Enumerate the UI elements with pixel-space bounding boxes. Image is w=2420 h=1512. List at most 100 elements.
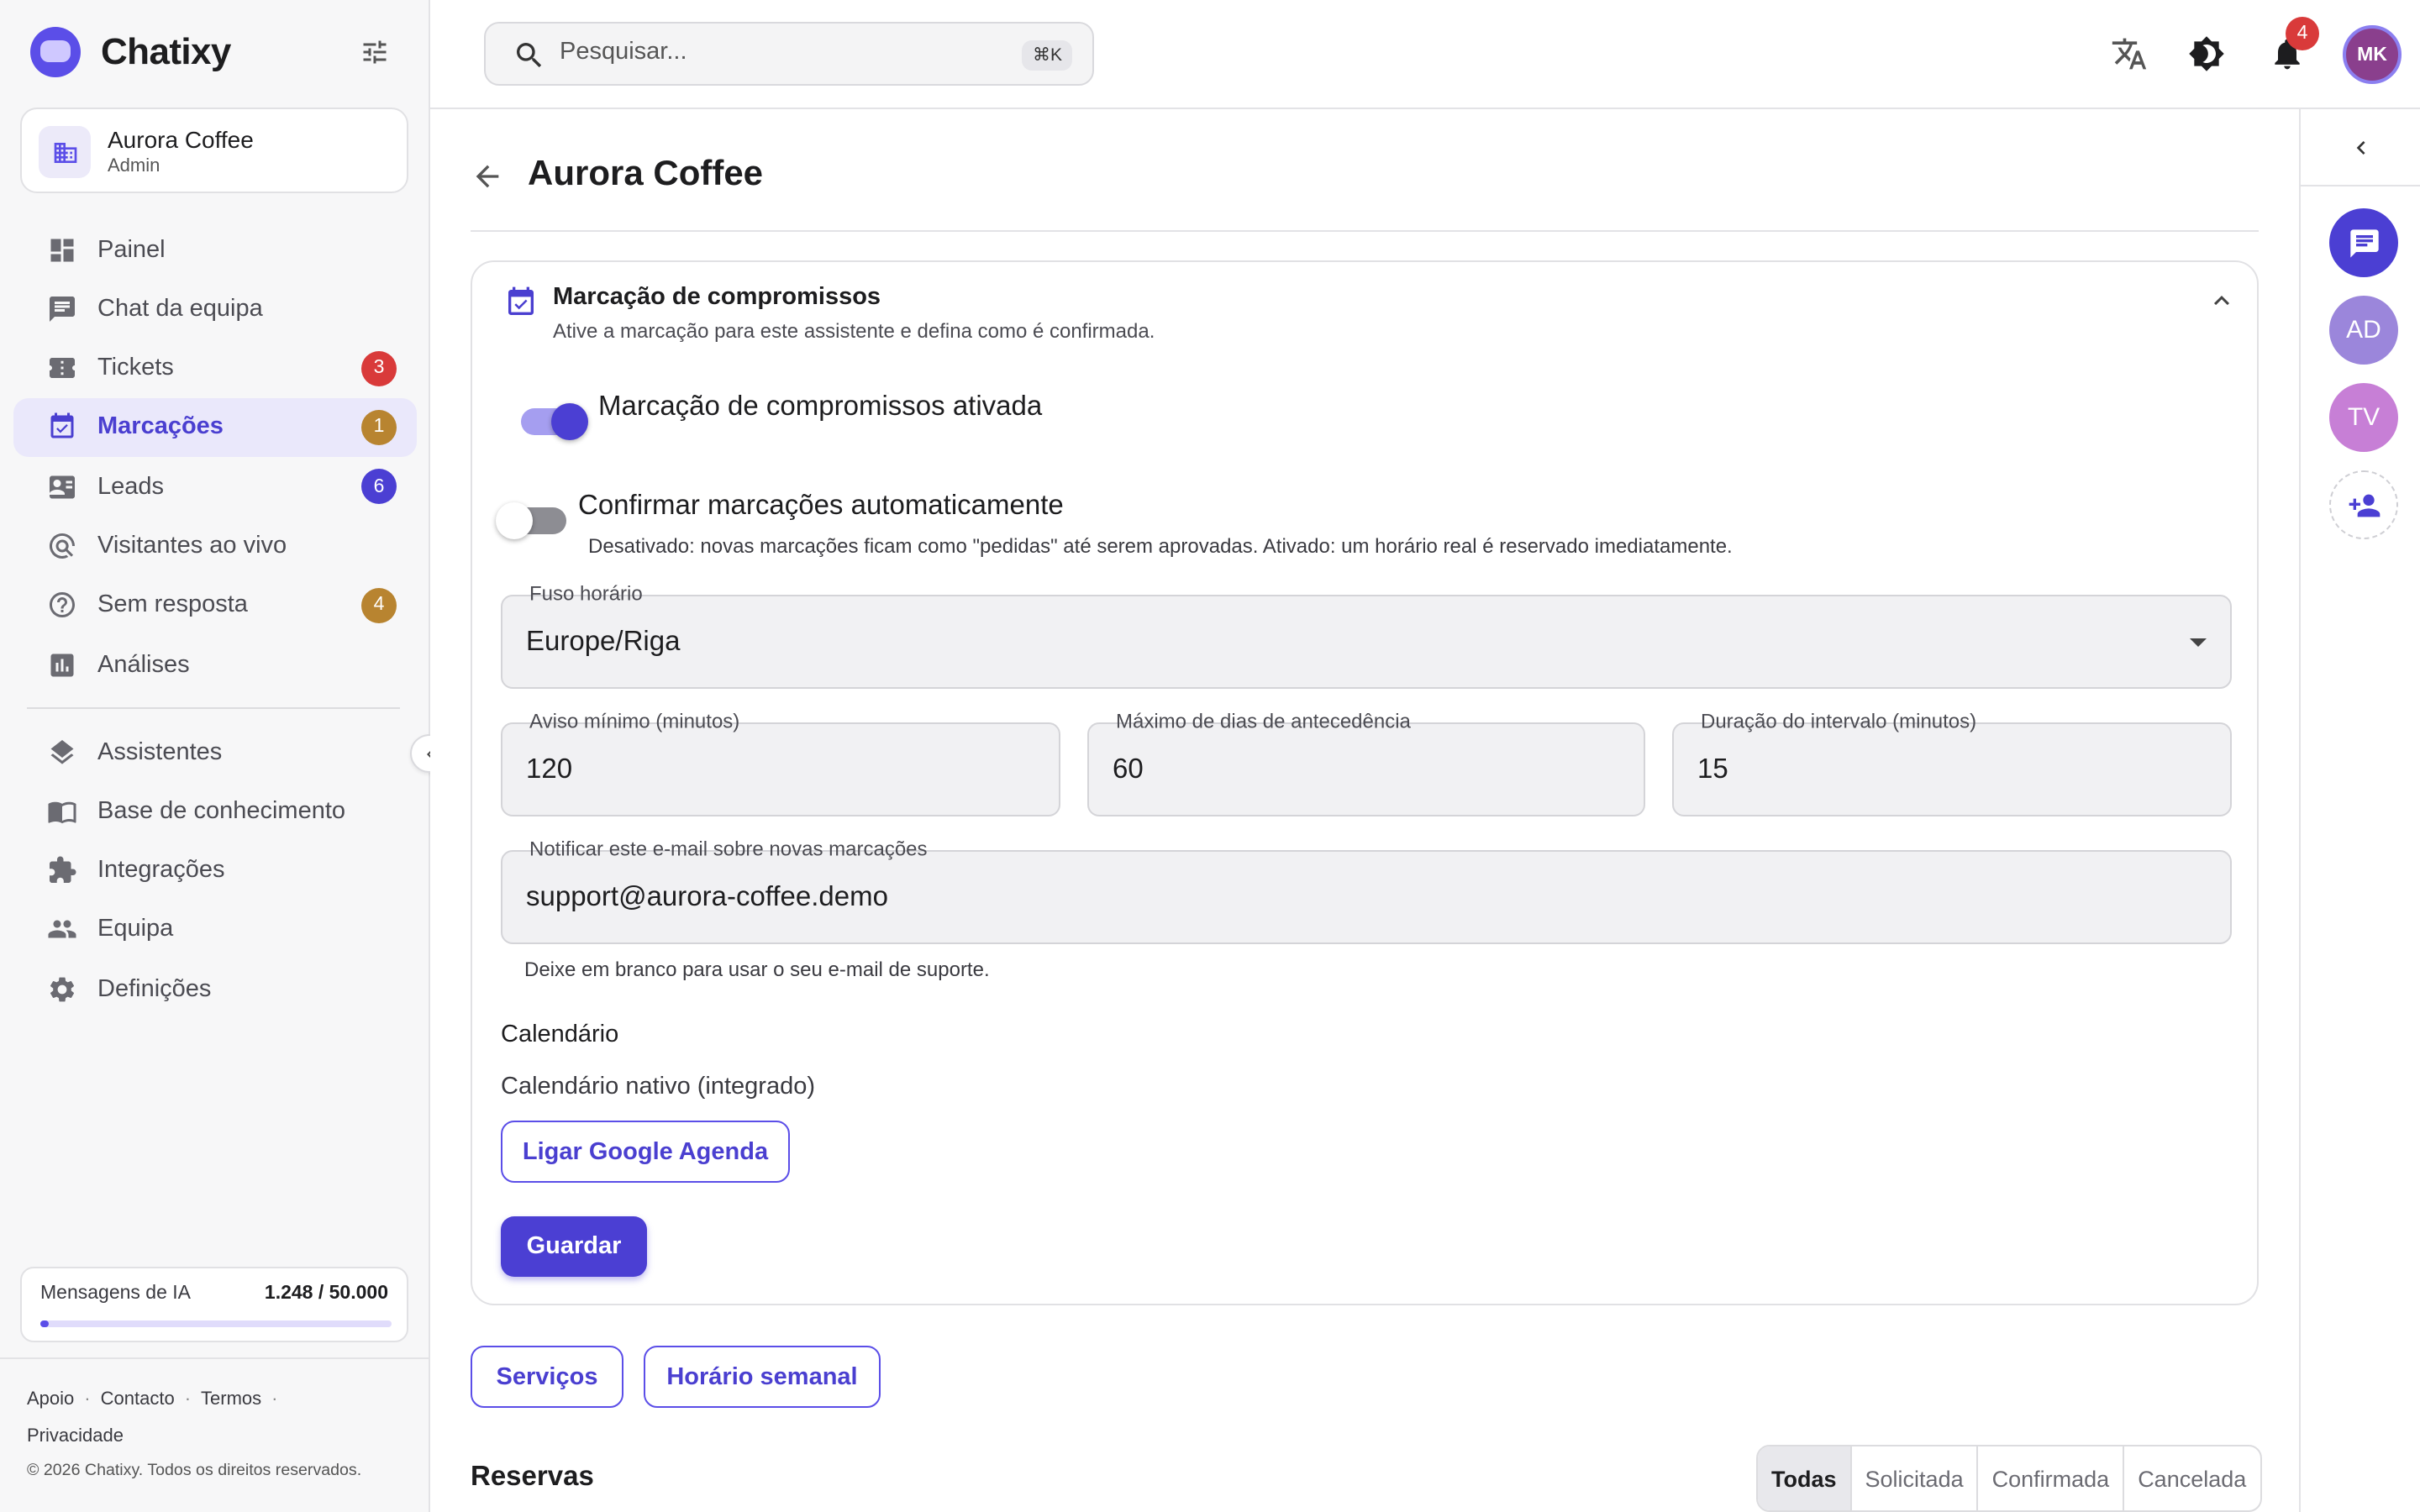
sidebar-item-label: Painel [97,236,166,263]
org-role: Admin [108,156,160,176]
user-avatar[interactable]: MK [2343,25,2402,84]
sidebar-item-integracoes[interactable]: Integrações [13,841,417,900]
sidebar-item-painel[interactable]: Painel [13,220,417,279]
auto-confirm-toggle[interactable] [496,502,566,539]
booking-enabled-label: Marcação de compromissos ativada [598,391,1043,422]
rail-divider [2301,185,2420,186]
sidebar-item-label: Equipa [97,916,174,943]
min-notice-value: 120 [526,754,573,785]
filter-tab-solicitada[interactable]: Solicitada [1849,1446,1977,1510]
sidebar-item-label: Análises [97,651,190,679]
sidebar-item-label: Tickets [97,354,174,382]
chatixy-logo-icon [30,27,81,77]
booking-enabled-toggle[interactable] [521,403,588,440]
max-days-field[interactable]: Máximo de dias de antecedência 60 [1087,710,1645,816]
filter-tab-cancelada[interactable]: Cancelada [2123,1446,2260,1510]
rail-chat-button[interactable] [2329,208,2398,277]
reservations-filter: Todas Solicitada Confirmada Cancelada [1756,1445,2262,1512]
max-days-value: 60 [1113,754,1144,785]
footer-link-contacto[interactable]: Contacto [101,1389,175,1410]
save-button[interactable]: Guardar [501,1216,647,1277]
connect-google-calendar-button[interactable]: Ligar Google Agenda [501,1121,790,1183]
people-icon [48,921,76,939]
building-icon [39,126,91,178]
rail-member-avatar[interactable]: AD [2329,296,2398,365]
brightness-icon[interactable] [2188,35,2225,72]
chevron-left-icon[interactable] [2348,134,2375,161]
sidebar-item-label: Definições [97,975,212,1003]
tune-icon[interactable] [360,37,390,67]
dashboard-icon [50,238,74,261]
timezone-label: Fuso horário [529,581,643,606]
brand[interactable]: Chatixy [30,27,231,77]
timezone-select[interactable]: Fuso horário Europe/Riga [501,582,2232,689]
rail-add-member-button[interactable] [2329,470,2398,539]
booking-settings-panel: Marcação de compromissos Ative a marcaçã… [471,260,2259,1305]
rail-member-avatar[interactable]: TV [2329,383,2398,452]
filter-tab-confirmada[interactable]: Confirmada [1976,1446,2123,1510]
sidebar-item-leads[interactable]: Leads 6 [13,457,417,516]
slot-duration-label: Duração do intervalo (minutos) [1701,709,1977,733]
gear-icon [50,976,75,1001]
filter-tab-todas[interactable]: Todas [1758,1446,1850,1510]
services-button[interactable]: Serviços [471,1346,623,1408]
contact-card-icon [50,475,75,498]
ai-usage-value: 1.248 / 50.000 [264,1284,388,1304]
search-icon [517,43,542,68]
analytics-icon [50,653,74,676]
notify-email-field[interactable]: Notificar este e-mail sobre novas marcaç… [501,837,2232,944]
sidebar-item-marcacoes[interactable]: Marcações 1 [13,397,417,457]
back-arrow-icon[interactable] [471,160,504,193]
sidebar: Chatixy Aurora Coffee Admin Painel Chat … [0,0,449,1512]
calendar-check-icon [50,413,74,439]
sidebar-item-chat[interactable]: Chat da equipa [13,280,417,339]
ai-usage-card: Mensagens de IA 1.248 / 50.000 [20,1267,408,1342]
footer-links: Apoio · Contacto · Termos · Privacidade [27,1389,278,1446]
max-days-label: Máximo de dias de antecedência [1116,709,1411,733]
notify-email-hint: Deixe em branco para usar o seu e-mail d… [524,958,990,981]
sidebar-item-label: Sem resposta [97,591,248,619]
sidebar-item-equipa[interactable]: Equipa [13,900,417,959]
org-switcher[interactable]: Aurora Coffee Admin [20,108,408,193]
footer-link-apoio[interactable]: Apoio [27,1389,74,1410]
help-circle-icon [50,592,75,618]
tickets-count-badge: 3 [361,350,397,386]
chat-icon [50,296,75,322]
sidebar-item-tickets[interactable]: Tickets 3 [13,339,417,397]
min-notice-field[interactable]: Aviso mínimo (minutos) 120 [501,710,1060,816]
brand-name: Chatixy [101,30,231,72]
dropdown-arrow-icon [2190,638,2207,647]
footer-link-termos[interactable]: Termos [201,1389,261,1410]
sidebar-item-analises[interactable]: Análises [13,635,417,694]
right-rail: AD TV [2299,109,2420,1512]
search-box[interactable]: ⌘K [484,22,1094,86]
notify-email-value: support@aurora-coffee.demo [526,882,888,912]
book-icon [48,801,76,823]
sidebar-item-definicoes[interactable]: Definições [13,959,417,1018]
search-shortcut-hint: ⌘K [1022,40,1072,71]
timezone-value: Europe/Riga [526,627,681,657]
sidebar-item-label: Marcações [97,413,224,441]
panel-title: Marcação de compromissos [553,284,881,311]
sidebar-item-visitantes[interactable]: Visitantes ao vivo [13,517,417,575]
sidebar-item-base-conhecimento[interactable]: Base de conhecimento [13,782,417,841]
weekly-schedule-button[interactable]: Horário semanal [644,1346,881,1408]
search-input[interactable] [560,39,980,66]
visitor-search-icon [49,533,75,559]
translate-icon[interactable] [2111,35,2148,72]
chevron-up-icon[interactable] [2207,286,2237,316]
ticket-icon [50,358,75,379]
title-divider [471,230,2259,232]
slot-duration-field[interactable]: Duração do intervalo (minutos) 15 [1672,710,2232,816]
footer-link-privacidade[interactable]: Privacidade [27,1426,124,1446]
notify-email-label: Notificar este e-mail sobre novas marcaç… [529,837,928,861]
sidebar-item-sem-resposta[interactable]: Sem resposta 4 [13,576,417,635]
main-content: Aurora Coffee Marcação de compromissos A… [430,109,2299,1512]
main-nav: Painel Chat da equipa Tickets 3 Marcaçõe… [13,220,417,695]
auto-confirm-label: Confirmar marcações automaticamente [578,491,1064,521]
min-notice-label: Aviso mínimo (minutos) [529,709,740,733]
copyright: © 2026 Chatixy. Todos os direitos reserv… [27,1462,362,1480]
topbar: ⌘K 4 MK [430,0,2420,109]
marcacoes-count-badge: 1 [361,409,397,445]
sidebar-item-assistentes[interactable]: Assistentes [13,722,417,781]
